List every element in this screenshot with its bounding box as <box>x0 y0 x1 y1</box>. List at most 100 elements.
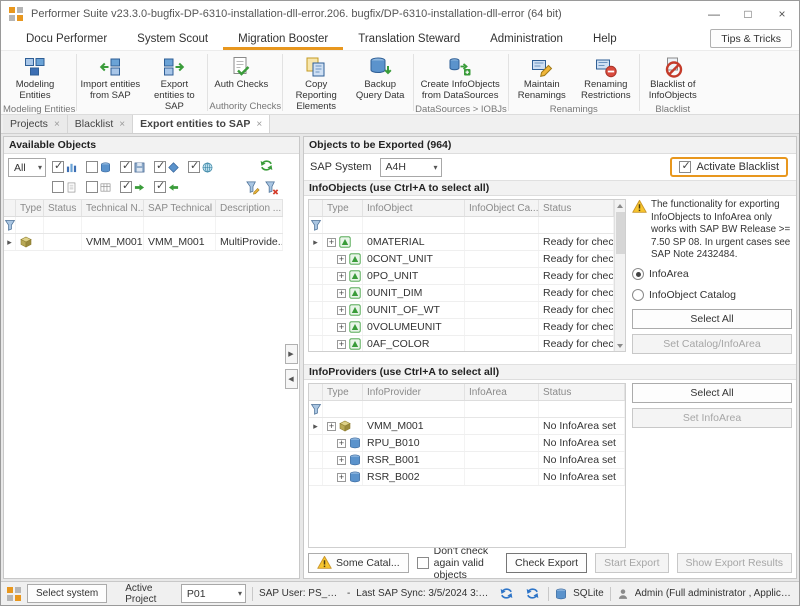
type-filter-option[interactable] <box>154 181 179 193</box>
column-header-status[interactable]: Status <box>539 384 625 400</box>
checkbox[interactable] <box>86 161 98 173</box>
filter-row[interactable] <box>4 217 283 234</box>
checkbox[interactable] <box>52 161 64 173</box>
expand-icon[interactable]: + <box>337 272 346 281</box>
maintain-renamings-button[interactable]: Maintain Renamings <box>510 53 574 104</box>
create-infoobjects-button[interactable]: Create InfoObjects from DataSources <box>415 53 505 104</box>
auth-checks-button[interactable]: Auth Checks <box>209 53 273 93</box>
checkbox[interactable] <box>188 161 200 173</box>
infoobject-row[interactable]: + 0CONT_UNIT Ready for check <box>309 251 614 268</box>
expand-icon[interactable]: + <box>337 473 346 482</box>
expand-icon[interactable]: + <box>337 340 346 349</box>
move-right-button[interactable]: ▶ <box>285 344 298 364</box>
tab-close-icon[interactable]: × <box>256 119 262 130</box>
radio-infoobject-catalog[interactable]: InfoObject Catalog <box>632 287 792 304</box>
tab-close-icon[interactable]: × <box>54 119 60 130</box>
column-header-infoobject-catalog[interactable]: InfoObject Ca... <box>465 200 539 216</box>
column-header-infoobject[interactable]: InfoObject <box>363 200 465 216</box>
expand-icon[interactable]: + <box>337 255 346 264</box>
show-export-results-button[interactable]: Show Export Results <box>677 553 792 573</box>
radio-button[interactable] <box>632 289 644 301</box>
ribbon-tab-help[interactable]: Help <box>578 27 632 50</box>
scroll-up-icon[interactable] <box>615 200 626 211</box>
type-filter-option[interactable] <box>154 161 179 173</box>
tab-projects[interactable]: Projects × <box>3 115 68 133</box>
select-all-infoobjects-button[interactable]: Select All <box>632 309 792 329</box>
tab-close-icon[interactable]: × <box>119 119 125 130</box>
infoprovider-row[interactable]: + RSR_B002 No InfoArea set <box>309 469 625 486</box>
grid-header[interactable]: Type Status Technical N... SAP Technical… <box>4 200 283 217</box>
set-infoarea-button[interactable]: Set InfoArea <box>632 408 792 428</box>
dont-check-again-checkbox[interactable]: Don't check again valid objects <box>417 545 490 581</box>
column-header-type[interactable]: Type <box>16 200 44 216</box>
backup-query-data-button[interactable]: Backup Query Data <box>348 53 412 104</box>
type-filter-dropdown[interactable]: All ▾ <box>8 158 46 177</box>
infoprovider-row[interactable]: + RPU_B010 No InfoArea set <box>309 435 625 452</box>
edit-filter-icon[interactable] <box>245 180 260 195</box>
tab-blacklist[interactable]: Blacklist × <box>68 115 133 133</box>
ribbon-tab-translation-steward[interactable]: Translation Steward <box>343 27 475 50</box>
type-filter-option[interactable] <box>120 161 145 173</box>
close-button[interactable]: × <box>765 1 799 27</box>
ribbon-tab-docu-performer[interactable]: Docu Performer <box>11 27 122 50</box>
filter-row[interactable] <box>309 401 625 418</box>
expand-icon[interactable]: + <box>327 238 336 247</box>
check-export-button[interactable]: Check Export <box>506 553 587 573</box>
type-filter-option[interactable] <box>52 181 77 193</box>
checkbox[interactable] <box>154 161 166 173</box>
column-header-type[interactable]: Type <box>323 384 363 400</box>
refresh-sap-data-button[interactable] <box>496 584 516 604</box>
infoobject-row[interactable]: + 0AF_COLOR Ready for check <box>309 336 614 352</box>
select-system-button[interactable]: Select system <box>27 584 107 603</box>
type-filter-option[interactable] <box>188 161 213 173</box>
infoprovider-row[interactable]: + RSR_B001 No InfoArea set <box>309 452 625 469</box>
expand-icon[interactable]: + <box>337 456 346 465</box>
import-entities-button[interactable]: Import entities from SAP <box>78 53 142 104</box>
select-all-infoproviders-button[interactable]: Select All <box>632 383 792 403</box>
column-header-infoarea[interactable]: InfoArea <box>465 384 539 400</box>
move-left-button[interactable]: ◀ <box>285 369 298 389</box>
column-header-technical-name[interactable]: Technical N... <box>82 200 144 216</box>
minimize-button[interactable]: — <box>697 1 731 27</box>
scrollbar-thumb[interactable] <box>616 212 625 254</box>
type-filter-option[interactable] <box>52 161 77 173</box>
active-project-dropdown[interactable]: P01 ▾ <box>181 584 246 603</box>
expand-icon[interactable]: + <box>337 306 346 315</box>
checkbox[interactable] <box>52 181 64 193</box>
column-header-status[interactable]: Status <box>539 200 614 216</box>
modeling-entities-button[interactable]: Modeling Entities <box>3 53 67 104</box>
activate-blacklist-checkbox[interactable] <box>679 161 691 173</box>
type-filter-option[interactable] <box>86 181 111 193</box>
checkbox[interactable] <box>86 181 98 193</box>
tips-and-tricks-button[interactable]: Tips & Tricks <box>710 29 792 48</box>
expand-icon[interactable]: + <box>337 289 346 298</box>
refresh-objects-button[interactable] <box>259 158 277 176</box>
grid-header[interactable]: Type InfoProvider InfoArea Status <box>309 384 625 401</box>
ribbon-tab-administration[interactable]: Administration <box>475 27 578 50</box>
type-filter-option[interactable] <box>86 161 111 173</box>
radio-infoarea[interactable]: InfoArea <box>632 266 792 283</box>
grid-header[interactable]: Type InfoObject InfoObject Ca... Status <box>309 200 614 217</box>
sync-sap-button[interactable] <box>522 584 542 604</box>
infoobject-row[interactable]: + 0VOLUMEUNIT Ready for check <box>309 319 614 336</box>
maximize-button[interactable]: □ <box>731 1 765 27</box>
checkbox[interactable] <box>417 557 429 569</box>
sap-system-dropdown[interactable]: A4H ▾ <box>380 158 442 177</box>
infoobject-row[interactable]: + 0UNIT_OF_WT Ready for check <box>309 302 614 319</box>
expand-icon[interactable]: + <box>337 439 346 448</box>
expand-icon[interactable]: + <box>337 323 346 332</box>
blacklist-infoobjects-button[interactable]: Blacklist of InfoObjects <box>641 53 705 104</box>
available-object-row[interactable]: ▸ VMM_M001 VMM_M001 MultiProvide... <box>4 234 283 251</box>
copy-reporting-elements-button[interactable]: Copy Reporting Elements <box>284 53 348 115</box>
infoobject-row[interactable]: + 0UNIT_DIM Ready for check <box>309 285 614 302</box>
filter-row[interactable] <box>309 217 614 234</box>
start-export-button[interactable]: Start Export <box>595 553 668 573</box>
checkbox[interactable] <box>120 161 132 173</box>
type-filter-option[interactable] <box>120 181 145 193</box>
export-entities-button[interactable]: Export entities to SAP <box>142 53 206 115</box>
column-header-description[interactable]: Description ... <box>216 200 283 216</box>
scroll-down-icon[interactable] <box>615 340 626 351</box>
column-header-infoprovider[interactable]: InfoProvider <box>363 384 465 400</box>
expand-icon[interactable]: + <box>327 422 336 431</box>
infoprovider-row[interactable]: ▸ + VMM_M001 No InfoArea set <box>309 418 625 435</box>
